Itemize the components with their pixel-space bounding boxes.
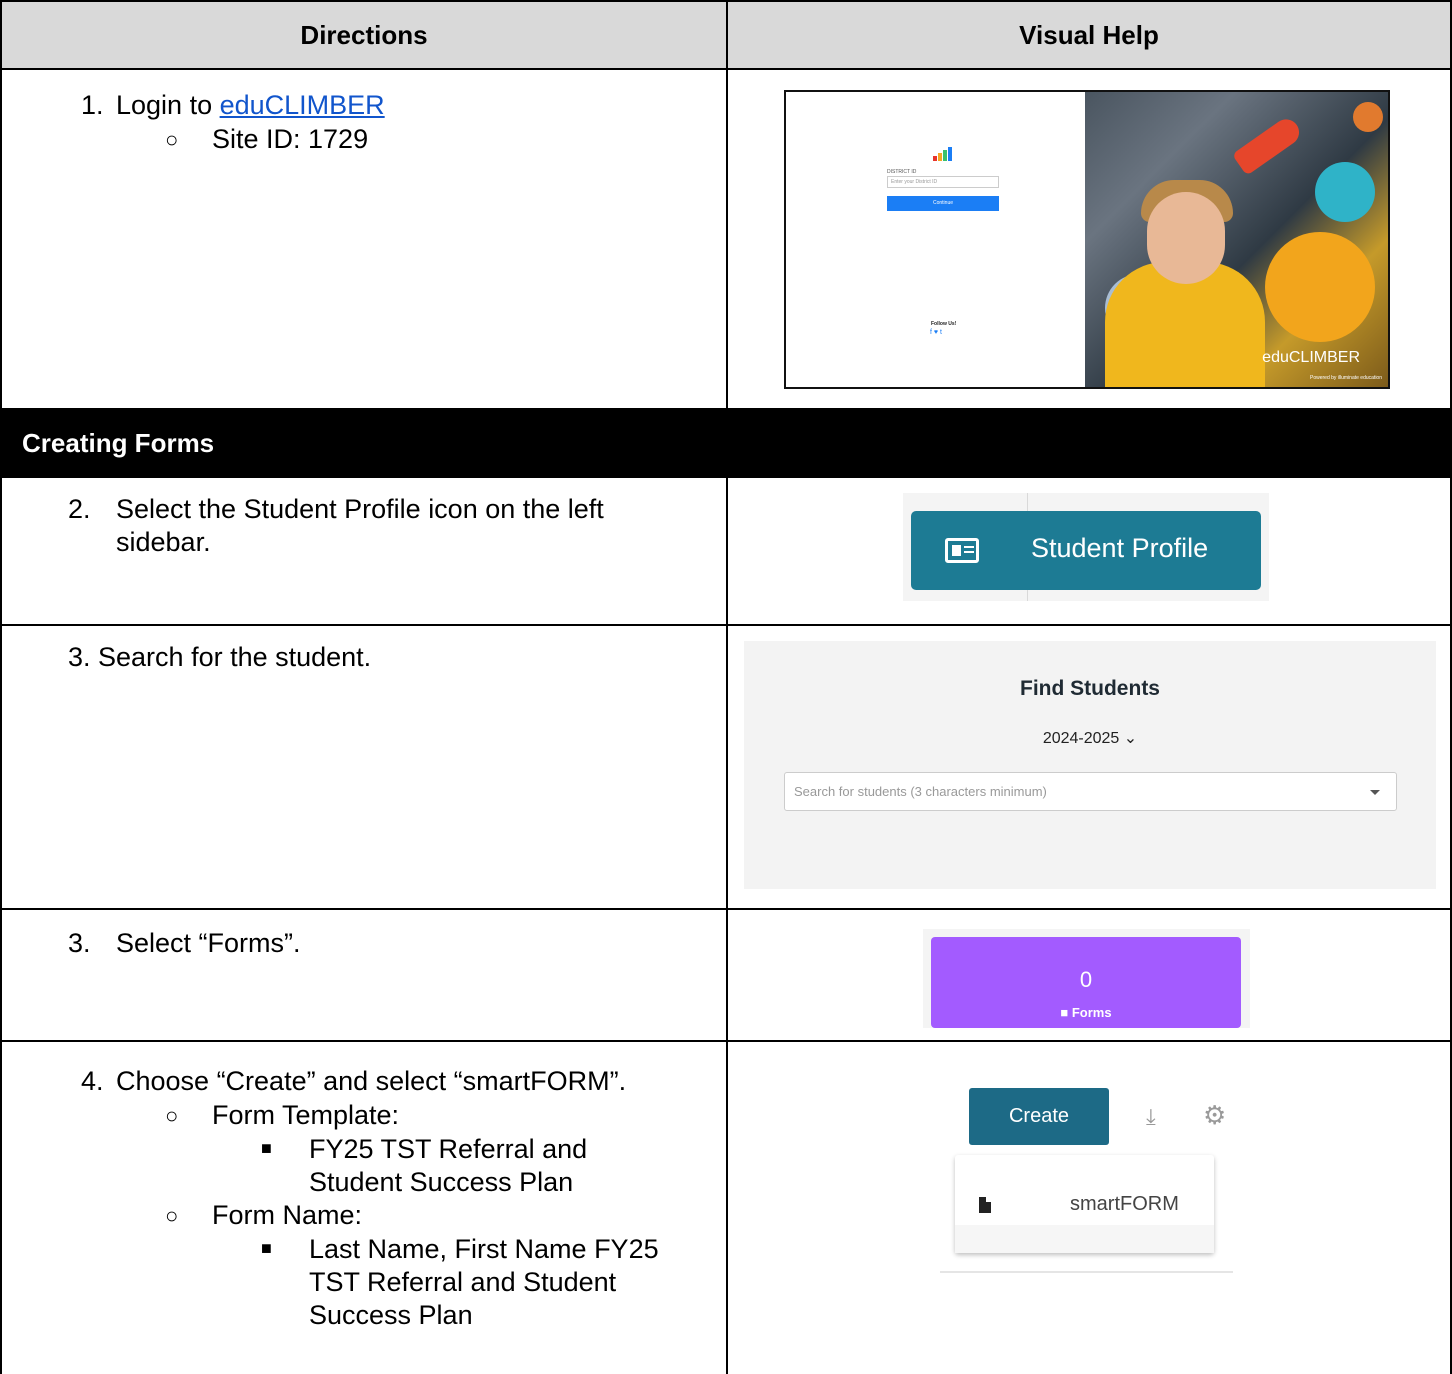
district-id-label: DISTRICT ID (887, 169, 917, 175)
chevron-down-icon (1370, 790, 1380, 795)
step-1-bullet: ○ (165, 127, 179, 152)
directions-header: Directions (0, 0, 728, 70)
student-profile-screenshot: Student Profile (903, 493, 1269, 601)
district-id-input: Enter your District ID (887, 176, 999, 188)
social-icons: f ♥ t (930, 329, 942, 336)
find-students-screenshot: Find Students 2024-2025 ⌄ Search for stu… (744, 641, 1436, 889)
powered-by-text: Powered by illuminate education (1310, 375, 1382, 381)
create-dropdown-menu: smartFORM (955, 1155, 1214, 1253)
step-2-line1: Select the Student Profile icon on the l… (116, 494, 604, 524)
child-head (1147, 192, 1225, 284)
gear-icon: ⚙ (1203, 1100, 1227, 1130)
step-1-number: 1. (81, 90, 104, 120)
name-square-bullet: ■ (261, 1238, 272, 1258)
step-3b-number: 3. (68, 928, 91, 958)
step-2-number: 2. (68, 494, 91, 524)
smartform-menu-item: smartFORM (1070, 1193, 1179, 1215)
template-square-bullet: ■ (261, 1138, 272, 1158)
document-icon (979, 1197, 991, 1213)
step-3b-text: Select “Forms”. (116, 928, 301, 958)
section-header: Creating Forms (0, 408, 1452, 478)
login-panel: DISTRICT ID Enter your District ID Conti… (786, 92, 1085, 387)
educlimber-link[interactable]: eduCLIMBER (220, 90, 385, 120)
download-icon: ⤓ (1146, 1104, 1156, 1129)
login-screenshot: DISTRICT ID Enter your District ID Conti… (784, 90, 1390, 389)
name-bullet: ○ (165, 1203, 179, 1228)
create-button: Create (969, 1088, 1109, 1145)
form-name-line1: Last Name, First Name FY25 (309, 1234, 659, 1264)
step-1-label: Login to (116, 90, 220, 120)
form-name-label: Form Name: (212, 1200, 363, 1230)
forms-label: ■ Forms (1060, 1005, 1112, 1020)
forms-count: 0 (1079, 967, 1093, 992)
follow-us-label: Follow Us! (931, 321, 957, 327)
student-search-placeholder: Search for students (3 characters minimu… (794, 784, 1047, 799)
step-3b-cell (0, 908, 728, 1042)
educlimber-logo-icon (933, 147, 953, 161)
continue-button: Continue (887, 196, 999, 211)
directions-document: Directions Visual Help Creating Forms 1.… (0, 0, 1452, 1374)
rocket-toy (1231, 114, 1305, 176)
educlimber-brand: eduCLIMBER (1262, 349, 1360, 366)
planet-orange (1353, 102, 1383, 132)
find-students-title: Find Students (1020, 677, 1160, 700)
form-template-label: Form Template: (212, 1100, 400, 1130)
form-name-line2: TST Referral and Student (309, 1267, 617, 1297)
section-title: Creating Forms (22, 427, 215, 458)
hero-photo: eduCLIMBER Powered by illuminate educati… (1085, 92, 1388, 387)
step-4-number: 4. (81, 1066, 104, 1096)
school-year-dropdown: 2024-2025 ⌄ (1042, 730, 1138, 747)
site-id-text: Site ID: 1729 (212, 124, 369, 154)
id-card-icon (945, 538, 979, 563)
visual-help-header-label: Visual Help (1019, 19, 1159, 50)
planet-yellow (1265, 232, 1375, 342)
form-template-line2: Student Success Plan (309, 1167, 574, 1197)
template-bullet: ○ (165, 1103, 179, 1128)
student-profile-button: Student Profile (911, 511, 1261, 590)
form-template-line1: FY25 TST Referral and (309, 1134, 588, 1164)
forms-screenshot: 0 ■ Forms (923, 929, 1250, 1028)
step-3-text: 3. Search for the student. (68, 642, 372, 672)
student-search-input: Search for students (3 characters minimu… (784, 772, 1397, 811)
form-name-line3: Success Plan (309, 1300, 473, 1330)
planet-blue (1315, 162, 1375, 222)
step-1-text: Login to eduCLIMBER (116, 89, 385, 122)
directions-header-label: Directions (300, 19, 428, 50)
student-profile-label: Student Profile (1031, 533, 1209, 563)
visual-help-header: Visual Help (726, 0, 1452, 70)
forms-tile: 0 ■ Forms (931, 937, 1241, 1028)
step-4-text: Choose “Create” and select “smartFORM”. (116, 1066, 627, 1096)
step-2-line2: sidebar. (116, 527, 211, 557)
